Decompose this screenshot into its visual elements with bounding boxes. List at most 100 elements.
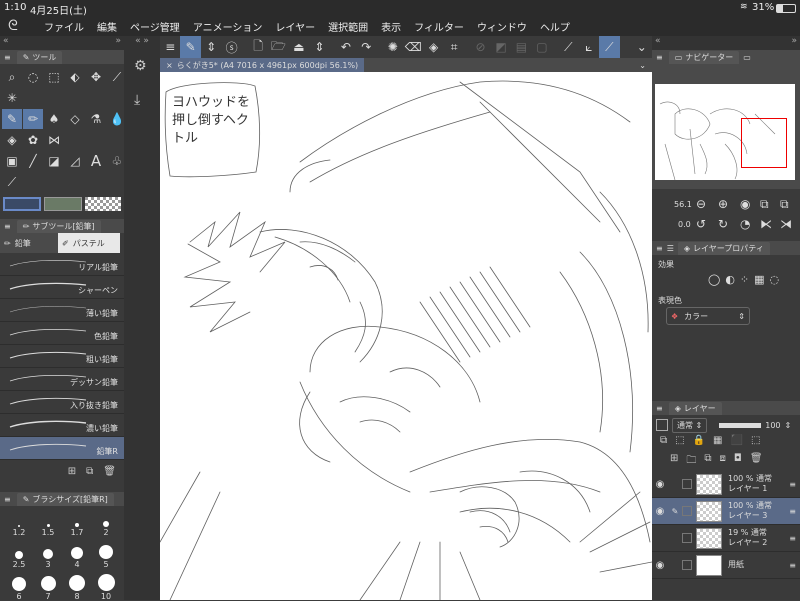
brush-list-item[interactable]: 鉛筆R (0, 437, 124, 460)
undo-icon[interactable]: ↶ (336, 36, 356, 58)
brush-size-option[interactable]: 5 (95, 542, 117, 569)
right-panel-collapse[interactable]: «» (652, 36, 800, 50)
ruler-layer-icon[interactable]: ⬚ (751, 435, 760, 453)
edit-mode-icon[interactable]: ✎ (180, 36, 201, 58)
chevron-updown-icon[interactable]: ⇕ (785, 421, 792, 430)
layer-row[interactable]: ◉ 100 % 通常 レイヤー 1 ≡ (652, 471, 800, 498)
layer-select-checkbox[interactable] (682, 560, 692, 570)
add-icon[interactable]: ⊞ (68, 466, 76, 477)
line-icon[interactable]: ╱ (23, 151, 43, 171)
fill-selection-icon[interactable]: ◈ (423, 36, 443, 58)
eye-icon[interactable]: ◉ (652, 479, 668, 490)
layer-select-checkbox[interactable] (682, 479, 692, 489)
rotate-left-icon[interactable]: ↺ (696, 217, 706, 231)
app-logo-icon[interactable]: ᘓ (8, 18, 38, 34)
ribbon-icon[interactable]: ⋈ (44, 130, 64, 150)
pen-tool-icon[interactable]: ✎ (2, 109, 22, 129)
tab-pencil[interactable]: ✏ 鉛筆 (0, 233, 58, 253)
layer-menu-icon[interactable]: ≡ (789, 534, 796, 543)
brush-size-option[interactable]: 1.5 (37, 510, 59, 537)
brush-size-option[interactable]: 2 (95, 510, 117, 537)
menu-item[interactable]: フィルター (414, 19, 464, 34)
text-icon[interactable]: A (86, 151, 106, 171)
trash-icon[interactable]: 🗑 (103, 466, 116, 477)
brush-size-option[interactable]: 3 (37, 542, 59, 569)
canvas-tab[interactable]: × らくがき5* (A4 7016 x 4961px 600dpi 56.1%) (160, 58, 365, 72)
rotate-right-icon[interactable]: ↻ (718, 217, 728, 231)
main-color-swatch[interactable] (3, 197, 41, 211)
brush-size-tab[interactable]: ✎ ブラシサイズ[鉛筆R] (16, 492, 114, 506)
fit-icon[interactable]: ⧉ (760, 197, 769, 212)
transfer-icon[interactable]: ⧈ (720, 453, 726, 471)
chevron-down-icon[interactable]: ⌄ (639, 61, 646, 70)
tab-pastel[interactable]: ✐ パステル (58, 233, 120, 253)
zoom-in-icon[interactable]: ⊕ (718, 197, 728, 211)
brush-size-option[interactable]: 8 (66, 574, 88, 601)
brush-list-item[interactable]: 粗い鉛筆 (0, 345, 124, 368)
new-raster-icon[interactable]: ⊞ (670, 453, 678, 471)
expression-color-select[interactable]: ❖ カラー ⇕ (666, 307, 750, 325)
zoom-icon[interactable]: ⌕ (2, 67, 22, 87)
lock-transparent-icon[interactable]: ▦ (713, 435, 722, 453)
crop-icon[interactable]: ▤ (511, 36, 531, 58)
app-icon[interactable]: ⓢ (221, 36, 241, 58)
menu-item[interactable]: ヘルプ (540, 19, 570, 34)
pencil-tool-icon[interactable]: ✏ (23, 109, 43, 129)
auto-select-icon[interactable]: ⬖ (65, 67, 85, 87)
layer-menu-icon[interactable]: ≡ (789, 507, 796, 516)
brush-list-item[interactable]: 濃い鉛筆 (0, 414, 124, 437)
menu-item[interactable]: ファイル (44, 19, 84, 34)
layer-row[interactable]: 19 % 通常 レイヤー 2 ≡ (652, 525, 800, 552)
brush-size-option[interactable]: 2.5 (8, 542, 30, 569)
actual-size-icon[interactable]: ◉ (740, 197, 750, 211)
layer-row[interactable]: ◉ 用紙 ≡ (652, 552, 800, 579)
flip-horizontal-icon[interactable]: ⧔ (760, 217, 772, 231)
fill-brush-icon[interactable]: ⟀ (579, 36, 599, 58)
sub-view-icon[interactable]: ▭ (743, 53, 751, 62)
eye-icon[interactable]: ◉ (652, 506, 668, 517)
navigator-preview[interactable] (652, 64, 800, 189)
chevron-down-icon[interactable]: ⌄ (632, 36, 652, 58)
new-folder-icon[interactable]: 🗀 (686, 453, 696, 471)
opacity-slider[interactable] (719, 422, 762, 428)
sparkle-icon[interactable]: ✳ (2, 88, 22, 108)
sub-color-swatch[interactable] (44, 197, 82, 211)
menu-item[interactable]: ページ管理 (130, 19, 180, 34)
layer-select-checkbox[interactable] (682, 506, 692, 516)
navigator-tab[interactable]: ▭ ナビゲーター (668, 50, 740, 64)
menu-item[interactable]: ウィンドウ (477, 19, 527, 34)
tone-effect-icon[interactable]: ◐ (725, 273, 735, 286)
airbrush-icon[interactable]: ⚗ (86, 109, 106, 129)
eraser-icon[interactable]: ◇ (65, 109, 85, 129)
loading-icon[interactable]: ✺ (383, 36, 403, 58)
invert-selection-icon[interactable]: ◩ (491, 36, 511, 58)
ruler-icon[interactable]: ◿ (65, 151, 85, 171)
tool-tab[interactable]: ✎ ツール (16, 50, 63, 64)
brush-size-option[interactable]: 1.7 (66, 510, 88, 537)
brush-size-option[interactable]: 10 (95, 574, 117, 601)
layer-tab[interactable]: ◈ レイヤー (668, 401, 722, 415)
brush-list-item[interactable]: 薄い鉛筆 (0, 299, 124, 322)
menu-icon[interactable]: ≡ (160, 36, 180, 58)
layer-row[interactable]: ◉ ✎ 100 % 通常 レイヤー 3 ≡ (652, 498, 800, 525)
menu-item[interactable]: 選択範囲 (328, 19, 368, 34)
brush-list-item[interactable]: デッサン鉛筆 (0, 368, 124, 391)
layer-menu-icon[interactable]: ≡ (789, 480, 796, 489)
gradient-icon[interactable]: ▣ (2, 151, 22, 171)
transparent-color-swatch[interactable] (85, 197, 121, 211)
settings-icon[interactable]: ⚙ (134, 58, 147, 74)
menu-item[interactable]: アニメーション (193, 19, 263, 34)
clip-icon[interactable]: ⧉ (660, 435, 667, 453)
tool-property-icon[interactable]: ☰ (667, 244, 674, 253)
close-icon[interactable]: × (166, 61, 173, 70)
subtool-tab[interactable]: ✏ サブツール[鉛筆] (16, 219, 101, 233)
grid-effect-icon[interactable]: ▦ (754, 273, 764, 286)
delete-layer-icon[interactable]: 🗑 (750, 453, 763, 471)
download-icon[interactable]: ⤓ (134, 92, 140, 108)
clear-icon[interactable]: ⌫ (403, 36, 423, 58)
mode-toggle-icon[interactable]: ⇕ (201, 36, 221, 58)
left-panel-collapse[interactable]: «» (0, 36, 124, 50)
decoration-icon[interactable]: ✿ (23, 130, 43, 150)
menu-item[interactable]: レイヤー (275, 19, 315, 34)
merge-down-icon[interactable]: ⧉ (704, 453, 711, 471)
